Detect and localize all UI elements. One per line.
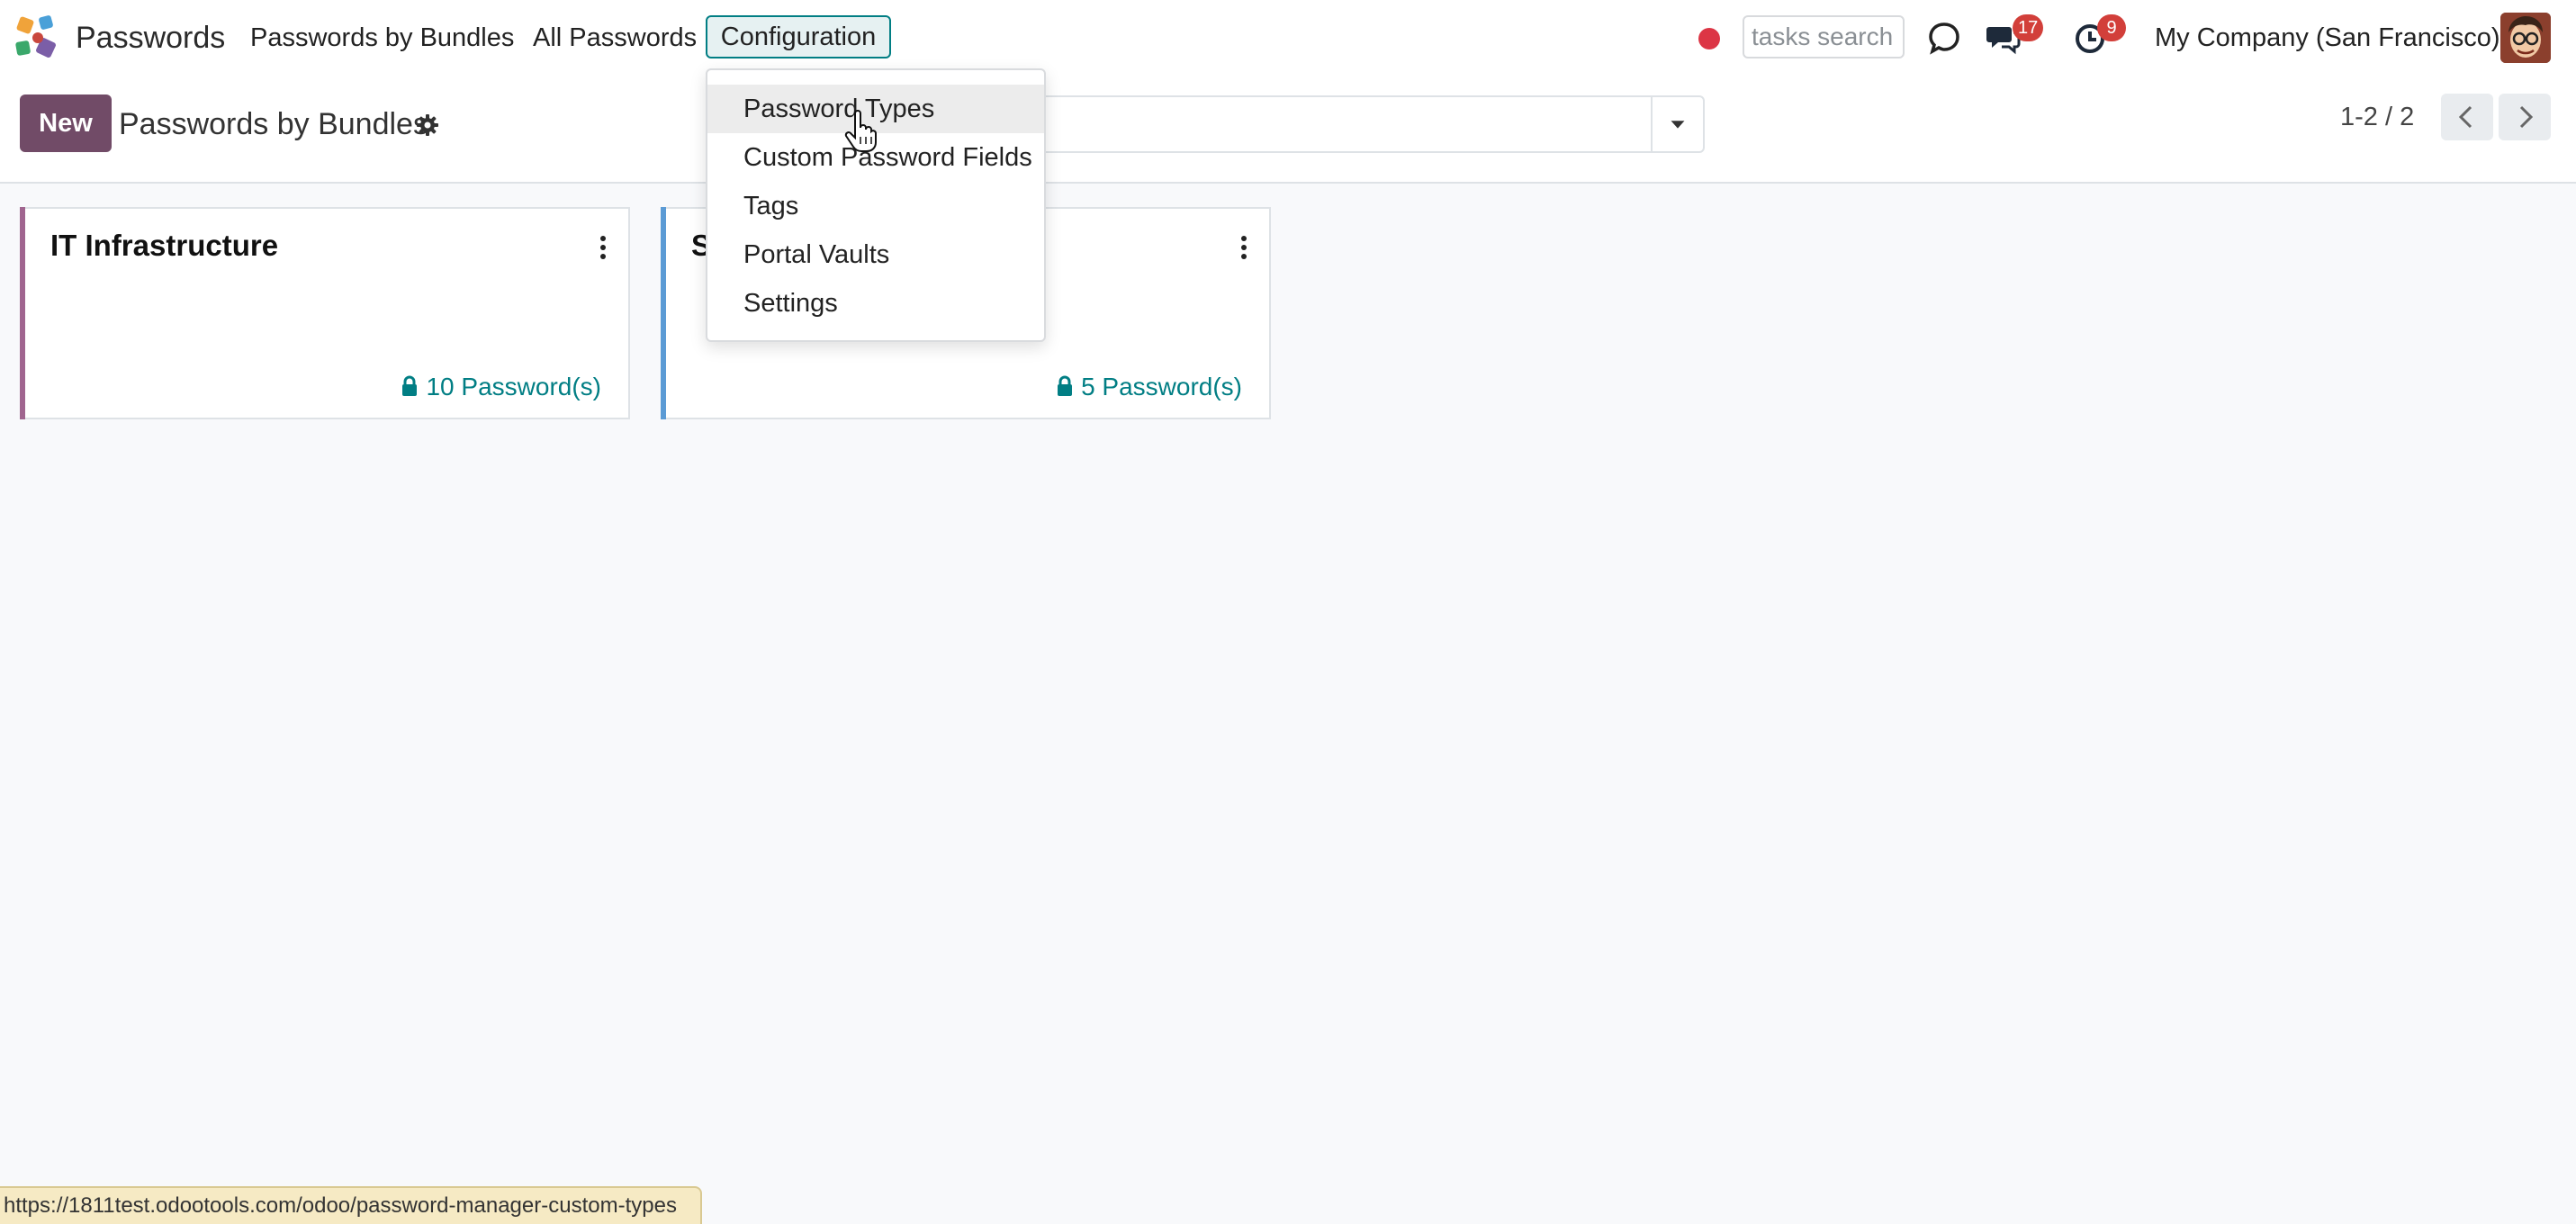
new-button[interactable]: New <box>20 94 112 152</box>
menu-passwords-by-bundles[interactable]: Passwords by Bundles <box>250 0 514 76</box>
menu-all-passwords[interactable]: All Passwords <box>533 0 697 76</box>
gear-icon[interactable] <box>416 113 439 137</box>
app-logo-icon[interactable] <box>13 13 63 63</box>
card-color-stripe <box>661 207 666 419</box>
search-options-toggle[interactable] <box>1651 95 1705 153</box>
menu-item-portal-vaults[interactable]: Portal Vaults <box>707 230 1044 279</box>
card-title: IT Infrastructure <box>50 229 279 262</box>
caret-down-icon <box>1671 121 1685 129</box>
menu-item-tags[interactable]: Tags <box>707 182 1044 230</box>
card-menu-icon[interactable] <box>1238 234 1249 261</box>
app-name[interactable]: Passwords <box>76 0 225 76</box>
messages-badge: 17 <box>2013 14 2044 41</box>
record-dot-icon[interactable] <box>1698 28 1720 50</box>
menu-configuration[interactable]: Configuration <box>706 15 891 58</box>
card-color-stripe <box>20 207 25 419</box>
pager-value[interactable]: 1-2 / 2 <box>2340 99 2414 135</box>
kanban-card[interactable]: IT Infrastructure 10 Password(s) <box>20 207 630 419</box>
menu-item-settings[interactable]: Settings <box>707 279 1044 328</box>
tasks-search-input[interactable] <box>1743 15 1905 58</box>
password-count-link[interactable]: 10 Password(s) <box>401 373 601 401</box>
status-url-tooltip: https://1811test.odootools.com/odoo/pass… <box>0 1186 702 1224</box>
user-avatar[interactable] <box>2500 13 2551 63</box>
lock-icon <box>1058 375 1073 396</box>
hand-pointer-icon <box>844 110 877 152</box>
password-count-link[interactable]: 5 Password(s) <box>1056 373 1242 401</box>
top-navbar: Passwords Passwords by Bundles All Passw… <box>0 0 2576 76</box>
card-menu-icon[interactable] <box>598 234 608 261</box>
activities-badge: 9 <box>2097 14 2126 41</box>
chevron-left-icon <box>2458 105 2472 129</box>
password-count: 10 Password(s) <box>426 373 601 400</box>
password-count: 5 Password(s) <box>1081 373 1242 400</box>
company-switcher[interactable]: My Company (San Francisco) <box>2155 0 2500 76</box>
chevron-right-icon <box>2519 105 2534 129</box>
discuss-icon[interactable] <box>1926 20 1962 56</box>
search-bar[interactable] <box>1035 95 1653 153</box>
page-title[interactable]: Passwords by Bundles <box>119 99 428 149</box>
pager-next-button[interactable] <box>2499 94 2551 140</box>
pager-previous-button[interactable] <box>2441 94 2493 140</box>
lock-icon <box>402 375 418 396</box>
